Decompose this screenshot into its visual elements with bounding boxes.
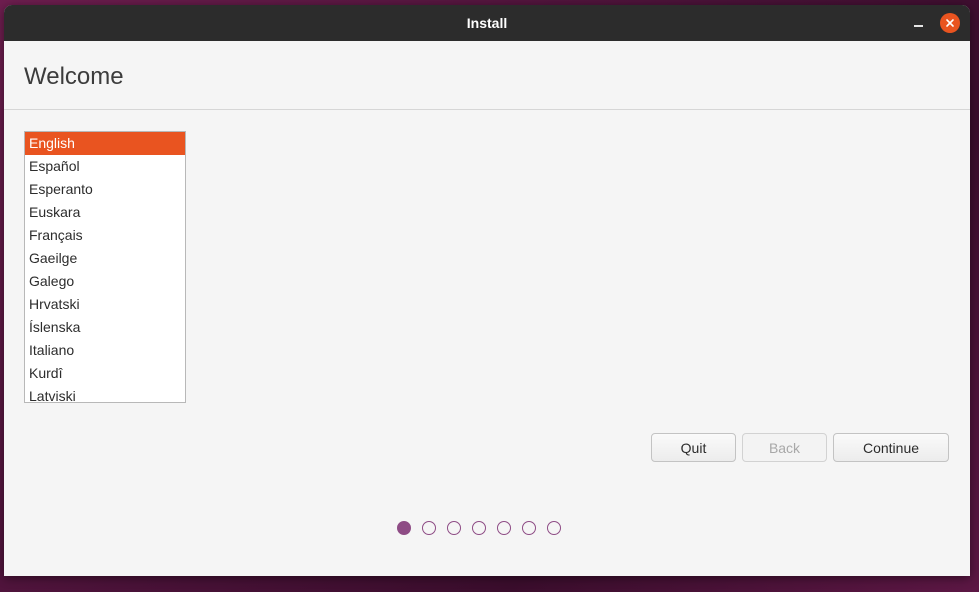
minimize-icon: [913, 25, 923, 27]
progress-dot: [447, 521, 461, 535]
language-list-item[interactable]: Italiano: [25, 339, 185, 362]
minimize-button[interactable]: [908, 13, 928, 33]
installer-window: Install Welcome English Español Esperanto E…: [4, 5, 970, 576]
progress-dot: [422, 521, 436, 535]
back-button[interactable]: Back: [742, 433, 827, 462]
progress-dot: [397, 521, 411, 535]
language-list-item[interactable]: Latviski: [25, 385, 185, 402]
language-list-item[interactable]: Esperanto: [25, 178, 185, 201]
window-title: Install: [466, 15, 508, 31]
title-bar[interactable]: Install: [4, 5, 970, 41]
language-list-item[interactable]: Español: [25, 155, 185, 178]
language-list-item[interactable]: Gaeilge: [25, 247, 185, 270]
language-list-item[interactable]: Euskara: [25, 201, 185, 224]
close-icon: [946, 19, 954, 27]
page-title: Welcome: [24, 63, 124, 90]
page-header: Welcome: [4, 41, 970, 110]
continue-button[interactable]: Continue: [833, 433, 949, 462]
progress-dot: [472, 521, 486, 535]
progress-dot: [547, 521, 561, 535]
language-list-item[interactable]: Íslenska: [25, 316, 185, 339]
quit-button[interactable]: Quit: [651, 433, 736, 462]
close-button[interactable]: [940, 13, 960, 33]
progress-indicator: [397, 521, 561, 535]
language-list-item[interactable]: Galego: [25, 270, 185, 293]
language-list-item[interactable]: Hrvatski: [25, 293, 185, 316]
language-list-item[interactable]: Français: [25, 224, 185, 247]
language-list-item[interactable]: Kurdî: [25, 362, 185, 385]
language-list-item[interactable]: English: [25, 132, 185, 155]
language-list[interactable]: English Español Esperanto Euskara Français Ga…: [24, 131, 186, 403]
progress-dot: [522, 521, 536, 535]
progress-dot: [497, 521, 511, 535]
